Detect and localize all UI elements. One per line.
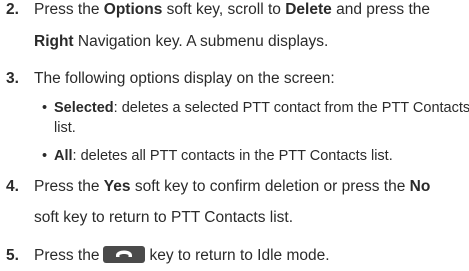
phone-handset-icon — [116, 250, 133, 258]
step-number: 3. — [6, 70, 19, 87]
end-key-icon — [103, 246, 146, 264]
step-text: Press the Yes soft key to confirm deleti… — [34, 178, 431, 195]
step-2-line-2: Right Navigation key. A submenu displays… — [34, 33, 329, 50]
bullet-dot: • — [42, 148, 48, 164]
step-4-line-2: soft key to return to PTT Contacts list. — [34, 209, 294, 226]
step-text: The following options display on the scr… — [34, 70, 335, 87]
step-number: 5. — [6, 247, 19, 264]
option-selected-continued: list. — [54, 120, 76, 136]
bullet-dot: • — [42, 100, 48, 116]
step-number: 2. — [6, 1, 19, 18]
step-number: 4. — [6, 178, 19, 195]
step-text: Press the Options soft key, scroll to De… — [34, 1, 430, 18]
option-text: All: deletes all PTT contacts in the PTT… — [54, 148, 393, 164]
option-text: Selected: deletes a selected PTT contact… — [54, 100, 469, 116]
step-text: Press the key to return to Idle mode. — [34, 246, 330, 264]
